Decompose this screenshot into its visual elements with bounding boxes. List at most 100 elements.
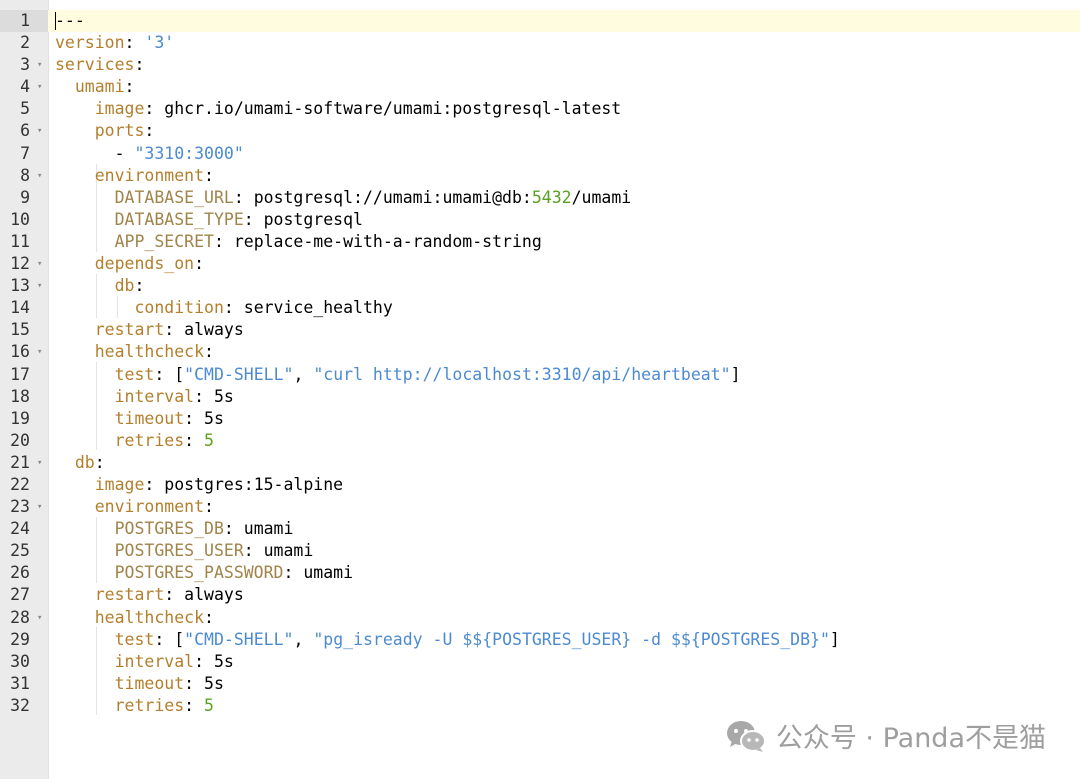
- code-line[interactable]: 29 test: ["CMD-SHELL", "pg_isready -U $$…: [0, 629, 1080, 651]
- line-number: 11: [0, 231, 48, 253]
- line-number: 16 ▾: [0, 341, 48, 363]
- line-number: 1: [0, 10, 48, 33]
- code-line[interactable]: 9 DATABASE_URL: postgresql://umami:umami…: [0, 187, 1080, 209]
- yaml-text: : ghcr.io/umami-software/umami:postgresq…: [144, 99, 622, 119]
- yaml-text: : [: [154, 364, 185, 384]
- fold-toggle-icon[interactable]: ▾: [37, 496, 42, 518]
- yaml-text: [55, 585, 95, 604]
- code-line[interactable]: 17 test: ["CMD-SHELL", "curl http://loca…: [0, 364, 1080, 386]
- line-number-text: 8: [20, 165, 30, 185]
- line-number-text: 1: [20, 11, 30, 30]
- code-text: timeout: 5s: [55, 408, 224, 430]
- yaml-text: [55, 696, 115, 715]
- fold-toggle-icon[interactable]: ▾: [37, 341, 42, 363]
- code-text: environment:: [55, 496, 214, 518]
- line-number: 20: [0, 430, 48, 452]
- code-text: db:: [55, 452, 105, 474]
- code-line[interactable]: 13 ▾ db:: [0, 275, 1080, 297]
- code-line[interactable]: 28 ▾ healthcheck:: [0, 607, 1080, 629]
- fold-toggle-icon[interactable]: ▾: [37, 120, 42, 142]
- code-line[interactable]: 8 ▾ environment:: [0, 165, 1080, 187]
- code-line[interactable]: 4 ▾ umami:: [0, 76, 1080, 98]
- code-line[interactable]: 26 POSTGRES_PASSWORD: umami: [0, 562, 1080, 584]
- yaml-text: ]: [829, 629, 840, 649]
- yaml-text: :: [204, 497, 214, 517]
- code-text: healthcheck:: [55, 607, 214, 629]
- line-number-text: 17: [10, 364, 30, 384]
- code-line[interactable]: 1 ---: [0, 10, 1080, 33]
- yaml-text: [55, 563, 115, 582]
- yaml-text: : 5s: [194, 651, 234, 671]
- code-text: interval: 5s: [55, 651, 234, 673]
- yaml-key: condition: [134, 298, 224, 318]
- code-line[interactable]: 27 restart: always: [0, 584, 1080, 606]
- yaml-key: version: [55, 33, 125, 53]
- code-line[interactable]: 2 version: '3': [0, 32, 1080, 54]
- yaml-text: : postgres:15-alpine: [144, 474, 344, 494]
- code-lines[interactable]: 1 --- 2 version: '3' 3 ▾ services: 4 ▾ umami: 5 i…: [0, 10, 1080, 717]
- fold-toggle-icon[interactable]: ▾: [37, 54, 42, 76]
- line-number: 7: [0, 143, 48, 165]
- code-line[interactable]: 12 ▾ depends_on:: [0, 253, 1080, 275]
- code-line[interactable]: 31 timeout: 5s: [0, 673, 1080, 695]
- code-line[interactable]: 21 ▾ db:: [0, 452, 1080, 474]
- line-number: 4 ▾: [0, 76, 48, 98]
- code-line[interactable]: 16 ▾ healthcheck:: [0, 341, 1080, 363]
- code-line[interactable]: 18 interval: 5s: [0, 386, 1080, 408]
- code-line[interactable]: 6 ▾ ports:: [0, 120, 1080, 142]
- yaml-number: 5432: [531, 187, 572, 207]
- code-line[interactable]: 7 - "3310:3000": [0, 143, 1080, 165]
- line-number: 24: [0, 518, 48, 540]
- fold-toggle-icon[interactable]: ▾: [37, 275, 42, 297]
- code-line[interactable]: 32 retries: 5: [0, 695, 1080, 717]
- code-line[interactable]: 19 timeout: 5s: [0, 408, 1080, 430]
- yaml-key: timeout: [114, 673, 185, 693]
- yaml-text: [55, 519, 115, 538]
- line-number-text: 32: [10, 695, 30, 715]
- line-number-text: 14: [10, 298, 30, 318]
- yaml-text: [55, 166, 95, 185]
- yaml-text: : umami: [283, 563, 354, 583]
- code-line[interactable]: 3 ▾ services:: [0, 54, 1080, 76]
- line-number: 19: [0, 408, 48, 430]
- yaml-key: healthcheck: [94, 342, 205, 362]
- code-line[interactable]: 20 retries: 5: [0, 430, 1080, 452]
- yaml-text: [55, 541, 115, 560]
- yaml-key: test: [114, 629, 155, 649]
- code-text: image: ghcr.io/umami-software/umami:post…: [55, 98, 622, 120]
- line-number-text: 30: [10, 651, 30, 671]
- code-line[interactable]: 22 image: postgres:15-alpine: [0, 474, 1080, 496]
- yaml-string: "3310:3000": [134, 143, 244, 163]
- code-line[interactable]: 5 image: ghcr.io/umami-software/umami:po…: [0, 98, 1080, 120]
- line-number: 10: [0, 209, 48, 231]
- yaml-key: restart: [94, 585, 165, 605]
- yaml-key: retries: [114, 695, 185, 715]
- code-line[interactable]: 15 restart: always: [0, 319, 1080, 341]
- code-line[interactable]: 11 APP_SECRET: replace-me-with-a-random-…: [0, 231, 1080, 253]
- code-line[interactable]: 25 POSTGRES_USER: umami: [0, 540, 1080, 562]
- code-text: DATABASE_URL: postgresql://umami:umami@d…: [55, 187, 632, 209]
- fold-toggle-icon[interactable]: ▾: [37, 607, 42, 629]
- line-number: 3 ▾: [0, 54, 48, 76]
- code-line[interactable]: 24 POSTGRES_DB: umami: [0, 518, 1080, 540]
- code-editor[interactable]: 1 --- 2 version: '3' 3 ▾ services: 4 ▾ umami: 5 i…: [0, 0, 1080, 779]
- fold-toggle-icon[interactable]: ▾: [37, 165, 42, 187]
- yaml-text: :: [204, 607, 214, 627]
- yaml-key: environment: [94, 165, 205, 185]
- line-number-text: 15: [10, 320, 30, 340]
- code-line[interactable]: 10 DATABASE_TYPE: postgresql: [0, 209, 1080, 231]
- code-text: environment:: [55, 165, 214, 187]
- code-line[interactable]: 23 ▾ environment:: [0, 496, 1080, 518]
- code-text: retries: 5: [55, 430, 214, 452]
- fold-toggle-icon[interactable]: ▾: [37, 253, 42, 275]
- yaml-env-key: APP_SECRET: [114, 231, 214, 251]
- code-line[interactable]: 30 interval: 5s: [0, 651, 1080, 673]
- yaml-key: db: [74, 452, 95, 472]
- fold-toggle-icon[interactable]: ▾: [37, 76, 42, 98]
- fold-toggle-icon[interactable]: ▾: [37, 452, 42, 474]
- yaml-text: :: [204, 165, 214, 185]
- yaml-text: [55, 652, 115, 671]
- line-number: 23 ▾: [0, 496, 48, 518]
- yaml-string: "curl http://localhost:3310/api/heartbea…: [313, 364, 731, 384]
- code-line[interactable]: 14 condition: service_healthy: [0, 297, 1080, 319]
